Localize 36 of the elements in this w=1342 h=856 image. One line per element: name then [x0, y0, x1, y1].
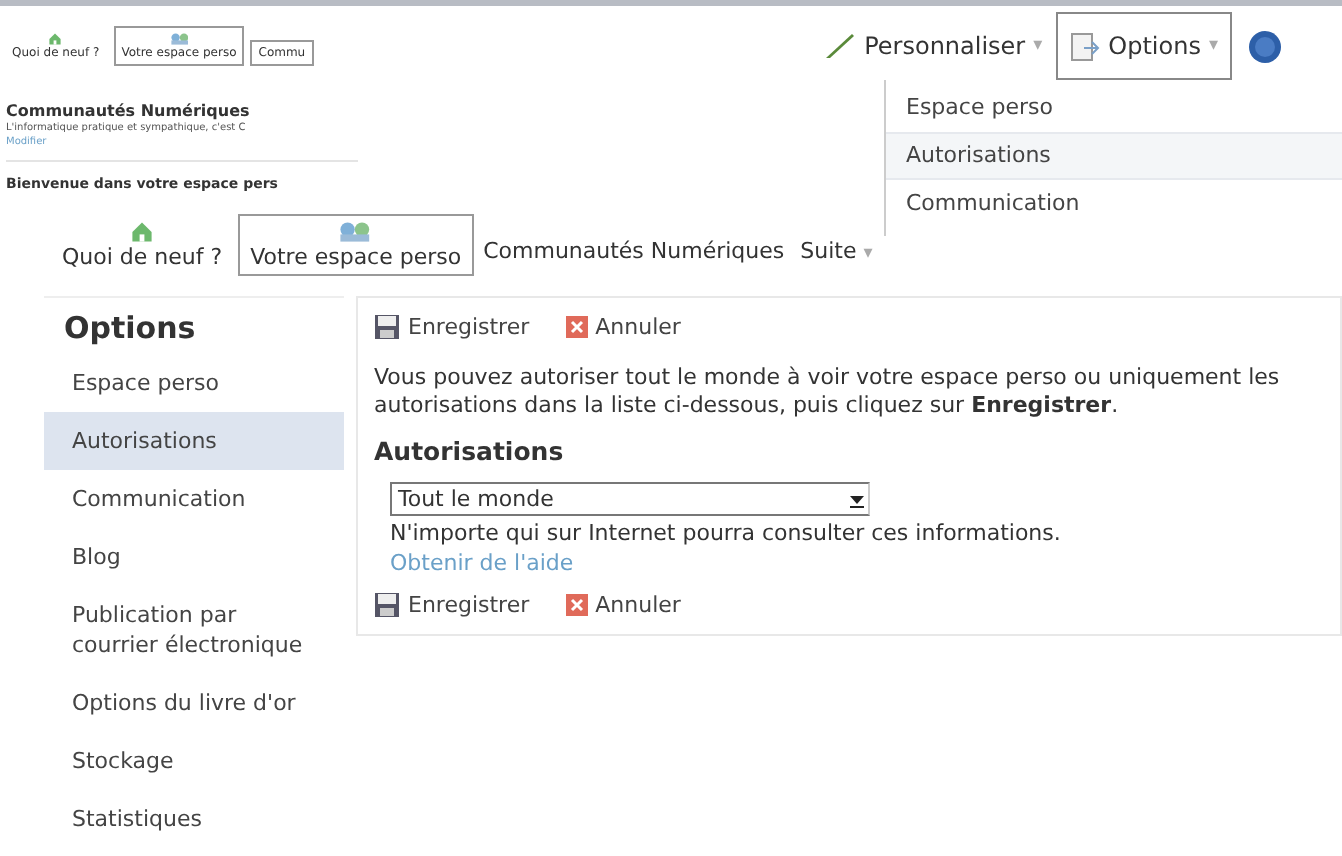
cancel-button[interactable]: Annuler: [565, 314, 681, 340]
sidebar-item[interactable]: Statistiques: [44, 790, 344, 848]
sidebar-item[interactable]: Espace perso: [44, 354, 344, 412]
sidebar-item[interactable]: Stockage: [44, 732, 344, 790]
menu-item[interactable]: Autorisations: [886, 132, 1342, 180]
sidebar-title: Options: [62, 310, 198, 350]
description-text: Vous pouvez autoriser tout le monde à voir votre espace perso ou uniquement les autorisations dans la liste ci-dessous, puis cliquez sur Enregistrer.: [374, 364, 1282, 420]
document-icon: [1070, 31, 1101, 61]
sidebar-item[interactable]: Publication par courrier électronique: [44, 586, 344, 674]
section-heading: Autorisations: [374, 436, 566, 466]
people-icon: [338, 220, 373, 244]
cancel-button[interactable]: Annuler: [565, 592, 681, 618]
nav-tab[interactable]: Communautés Numériques: [477, 238, 791, 276]
space-title: Communautés Numériques: [6, 102, 252, 120]
sidebar-item[interactable]: Options du livre d'or: [44, 674, 344, 732]
permission-select[interactable]: Tout le monde: [390, 482, 870, 516]
customize-button[interactable]: Personnaliser ▾: [810, 12, 1057, 80]
save-icon: [374, 314, 400, 340]
nav-tab[interactable]: Quoi de neuf ?: [50, 214, 235, 276]
hint-text: N'importe qui sur Internet pourra consulter ces informations.: [390, 520, 1063, 546]
help-icon[interactable]: [1248, 29, 1282, 63]
house-icon: [48, 32, 63, 46]
people-icon: [169, 32, 189, 46]
save-button[interactable]: Enregistrer: [374, 592, 530, 618]
sidebar-item[interactable]: Communication: [44, 470, 344, 528]
save-button[interactable]: Enregistrer: [374, 314, 530, 340]
cancel-icon: [565, 316, 588, 338]
sidebar-item[interactable]: Autorisations: [44, 412, 344, 470]
save-icon: [374, 592, 400, 618]
more-menu[interactable]: Suite ▾: [794, 238, 879, 276]
nav-tab[interactable]: Votre espace perso: [238, 214, 474, 276]
sidebar-item[interactable]: Blog: [44, 528, 344, 586]
cancel-icon: [565, 594, 588, 616]
brush-icon: [824, 32, 857, 60]
house-icon: [130, 220, 155, 244]
options-button[interactable]: Options ▾: [1056, 12, 1232, 80]
